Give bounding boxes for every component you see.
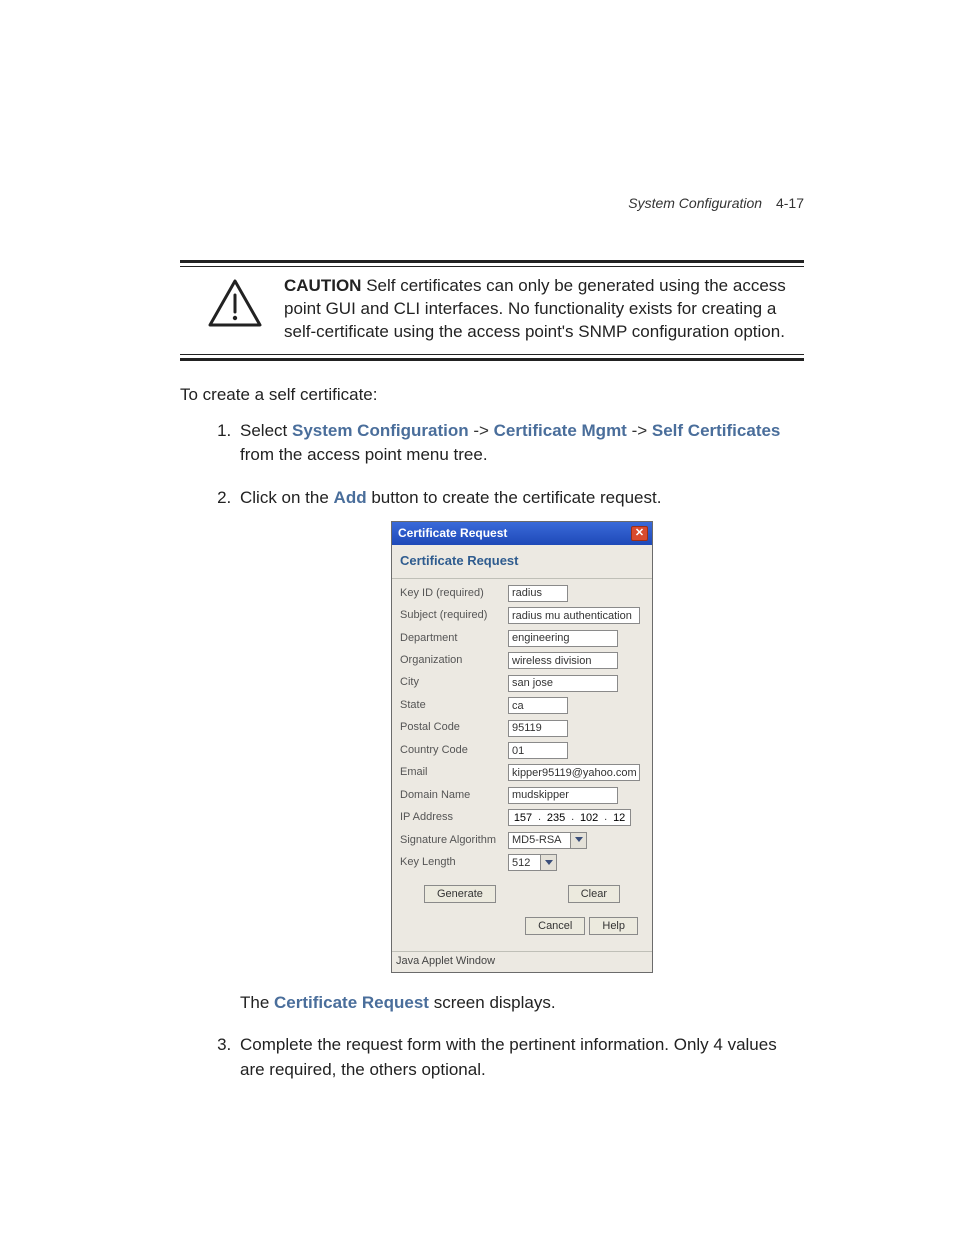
kw-cert-request: Certificate Request	[274, 993, 429, 1012]
label-state: State	[400, 698, 508, 714]
label-key-id: Key ID (required)	[400, 586, 508, 602]
label-department: Department	[400, 631, 508, 647]
chevron-down-icon	[545, 860, 553, 866]
combo-keylen[interactable]	[508, 854, 557, 871]
step-1: Select System Configuration -> Certifica…	[236, 419, 804, 468]
input-organization[interactable]	[508, 652, 618, 669]
label-postal: Postal Code	[400, 720, 508, 736]
dialog-section-head: Certificate Request	[392, 545, 652, 578]
input-department[interactable]	[508, 630, 618, 647]
generate-button[interactable]: Generate	[424, 885, 496, 903]
input-sigalg[interactable]	[508, 832, 570, 849]
close-button[interactable]: ✕	[631, 526, 648, 541]
warning-icon	[208, 275, 262, 332]
input-domain[interactable]	[508, 787, 618, 804]
label-country: Country Code	[400, 743, 508, 759]
chevron-down-icon	[575, 837, 583, 843]
ip-seg-2[interactable]	[542, 810, 570, 825]
page-number: 4-17	[776, 195, 804, 211]
intro-text: To create a self certificate:	[180, 385, 804, 405]
kw-add: Add	[334, 488, 367, 507]
steps-list: Select System Configuration -> Certifica…	[236, 419, 804, 1083]
label-organization: Organization	[400, 653, 508, 669]
form-area: Key ID (required) Subject (required) Dep…	[392, 578, 652, 951]
label-domain: Domain Name	[400, 788, 508, 804]
input-state[interactable]	[508, 697, 568, 714]
label-subject: Subject (required)	[400, 608, 508, 624]
input-keylen[interactable]	[508, 854, 540, 871]
section-title: System Configuration	[628, 195, 762, 211]
certificate-request-dialog: Certificate Request ✕ Certificate Reques…	[391, 521, 653, 973]
input-country[interactable]	[508, 742, 568, 759]
help-button[interactable]: Help	[589, 917, 638, 935]
dialog-titlebar: Certificate Request ✕	[392, 522, 652, 545]
input-city[interactable]	[508, 675, 618, 692]
combo-sigalg[interactable]	[508, 832, 587, 849]
after-dialog-text: The Certificate Request screen displays.	[240, 991, 804, 1016]
input-ip[interactable]: . . .	[508, 809, 631, 826]
caution-block: CAUTION Self certificates can only be ge…	[180, 267, 804, 354]
ip-seg-1[interactable]	[509, 810, 537, 825]
running-header: System Configuration 4-17	[628, 195, 804, 211]
rule-bottom-thick	[180, 358, 804, 361]
caution-label: CAUTION	[284, 276, 361, 295]
input-postal[interactable]	[508, 720, 568, 737]
statusbar: Java Applet Window	[392, 951, 652, 972]
label-ip: IP Address	[400, 810, 508, 826]
kw-self-certs: Self Certificates	[652, 421, 781, 440]
input-email[interactable]	[508, 764, 640, 781]
label-keylen: Key Length	[400, 855, 508, 871]
step-3: Complete the request form with the perti…	[236, 1033, 804, 1082]
ip-seg-4[interactable]	[608, 810, 630, 825]
kw-system-config: System Configuration	[292, 421, 469, 440]
input-key-id[interactable]	[508, 585, 568, 602]
close-icon: ✕	[635, 528, 644, 539]
label-sigalg: Signature Algorithm	[400, 833, 508, 849]
input-subject[interactable]	[508, 607, 640, 624]
cancel-button[interactable]: Cancel	[525, 917, 585, 935]
clear-button[interactable]: Clear	[568, 885, 620, 903]
kw-cert-mgmt: Certificate Mgmt	[494, 421, 627, 440]
dropdown-button[interactable]	[570, 832, 587, 849]
dropdown-button[interactable]	[540, 854, 557, 871]
caution-text: CAUTION Self certificates can only be ge…	[284, 275, 804, 344]
dialog-title: Certificate Request	[398, 525, 507, 542]
label-city: City	[400, 675, 508, 691]
step-2: Click on the Add button to create the ce…	[236, 486, 804, 1015]
label-email: Email	[400, 765, 508, 781]
ip-seg-3[interactable]	[575, 810, 603, 825]
